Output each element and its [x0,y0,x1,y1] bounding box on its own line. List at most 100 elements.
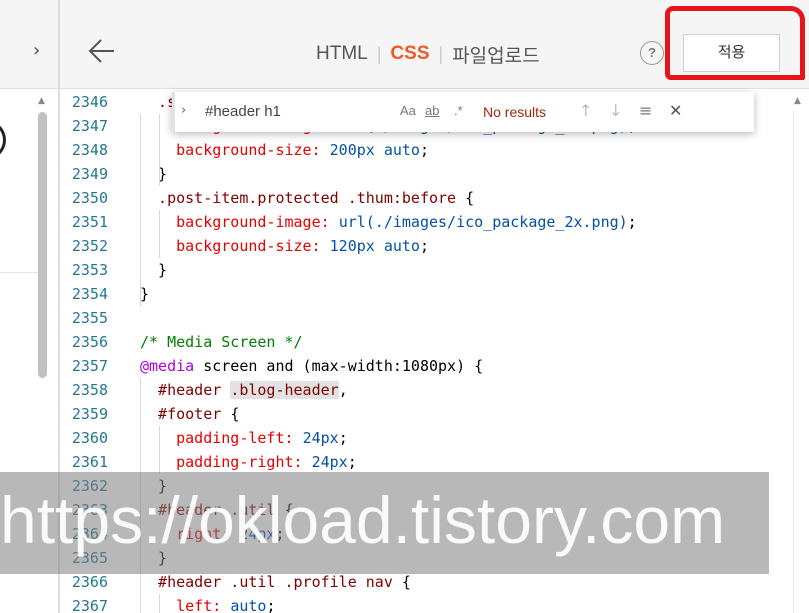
code-token: #header .util .profile nav [140,573,402,591]
code-text: #footer { [140,402,239,426]
code-token: ; [266,597,276,613]
code-text: background-size: 200px auto; [140,138,429,162]
code-line[interactable]: 2356 /* Media Screen */ [60,330,809,354]
chevron-right-icon[interactable]: › [181,103,186,118]
match-case-icon[interactable]: Aa [400,103,416,118]
left-scrollbar-thumb[interactable] [38,112,47,378]
code-line[interactable]: 2357 @media screen and (max-width:1080px)… [60,354,809,378]
code-line[interactable]: 2352 background-size: 120px auto; [60,234,809,258]
highlighted-token: .blog-header [230,381,339,399]
regex-icon[interactable]: .* [454,103,463,118]
line-number: 2355 [71,309,108,327]
code-token: #footer [140,405,231,423]
code-token: screen and (max-width:1080px) { [194,357,484,375]
code-token: background-image: [140,213,339,231]
right-scrollbar[interactable] [793,110,807,613]
code-token: /* Media Screen */ [140,333,303,351]
code-text: padding-left: 24px; [140,426,348,450]
arrow-down-icon[interactable]: ↓ [609,101,622,120]
line-number: 2348 [71,141,108,159]
code-line[interactable]: 2354} [60,282,809,306]
tab-html[interactable]: HTML [316,43,368,65]
line-number: 2360 [71,429,108,447]
code-text: background-size: 120px auto; [140,234,429,258]
code-line[interactable]: 2358 #header .blog-header, [60,378,809,402]
question-circle-icon[interactable]: ? [640,41,664,65]
arrow-up-icon[interactable]: ↑ [579,101,592,120]
line-number: 2350 [71,189,108,207]
code-text: } [140,282,149,306]
indent-guide [140,114,141,306]
line-number: 2359 [71,405,108,423]
find-widget: › #header h1 Aa ab .* No results ↑ ↓ ≡ ✕ [172,92,754,132]
code-text: left: auto; [140,594,275,613]
find-result-status: No results [483,104,547,120]
code-token: ; [627,213,637,231]
line-number: 2357 [71,357,108,375]
code-token: 120px auto [329,237,420,255]
code-token: } [140,165,168,183]
close-icon[interactable]: ✕ [669,101,682,120]
tab-file-upload[interactable]: 파일업로드 [452,41,539,68]
scroll-up-arrow-icon[interactable]: ▲ [38,96,45,106]
code-line[interactable]: 2359 #footer { [60,402,809,426]
indent-guide [159,114,160,186]
code-text: } [140,258,167,282]
tab-css[interactable]: CSS [390,43,429,65]
left-panel-header: › [0,0,58,89]
editor-toolbar: HTML | CSS | 파일업로드 ? 적용 [60,0,809,89]
code-text: /* Media Screen */ [140,330,303,354]
indent-guide [159,210,160,258]
whole-word-icon[interactable]: ab [425,103,439,118]
code-token: left: [140,597,231,613]
code-text: .post-item.protected .thum:before { [140,186,474,210]
code-line[interactable]: 2355 [60,306,809,330]
code-token: { [401,573,411,591]
code-token: @media [140,357,195,375]
code-text: background-image: url(./images/ico_packa… [140,210,637,234]
tab-bar: HTML | CSS | 파일업로드 [316,40,540,68]
arrow-left-icon[interactable] [88,36,116,66]
line-number: 2356 [71,333,108,351]
code-line[interactable]: 2350 .post-item.protected .thum:before { [60,186,809,210]
watermark-text: https://okload.tistory.com [0,483,726,557]
code-token: .post-item.protected .thum:before [140,189,466,207]
code-token: ; [419,141,429,159]
code-line[interactable]: 2349 } [60,162,809,186]
code-line[interactable]: 2351 background-image: url(./images/ico_… [60,210,809,234]
line-number: 2352 [71,237,108,255]
red-annotation-mark [665,6,805,80]
code-token: padding-right: [140,453,312,471]
code-text: @media screen and (max-width:1080px) { [140,354,483,378]
code-line[interactable]: 2360 padding-left: 24px; [60,426,809,450]
code-token: 24px [302,429,339,447]
code-token: background-size: [140,141,330,159]
code-token: ; [347,453,357,471]
scroll-up-arrow-icon[interactable]: ▲ [794,96,801,106]
code-token: 24px [311,453,348,471]
line-number: 2354 [71,285,108,303]
code-text: #header .blog-header, [140,378,348,402]
tab-separator: | [438,43,444,64]
code-token: auto [230,597,267,613]
code-text: } [140,162,167,186]
chevron-right-icon[interactable]: › [33,40,45,62]
code-line[interactable]: 2353 } [60,258,809,282]
line-number: 2347 [71,117,108,135]
code-line[interactable]: 2348 background-size: 200px auto; [60,138,809,162]
code-token: background-size: [140,237,330,255]
code-token: { [465,189,475,207]
line-number: 2349 [71,165,108,183]
partial-circle-icon [0,120,6,160]
divider [0,272,38,273]
code-token: ; [419,237,429,255]
code-token: } [140,285,150,303]
code-line[interactable]: 2367 left: auto; [60,594,809,613]
code-token: { [230,405,240,423]
find-in-selection-icon[interactable]: ≡ [639,101,652,120]
tab-separator: | [376,43,382,64]
line-number: 2367 [71,597,108,613]
code-token: } [140,261,168,279]
line-number: 2346 [71,93,108,111]
indent-guide [159,594,160,613]
